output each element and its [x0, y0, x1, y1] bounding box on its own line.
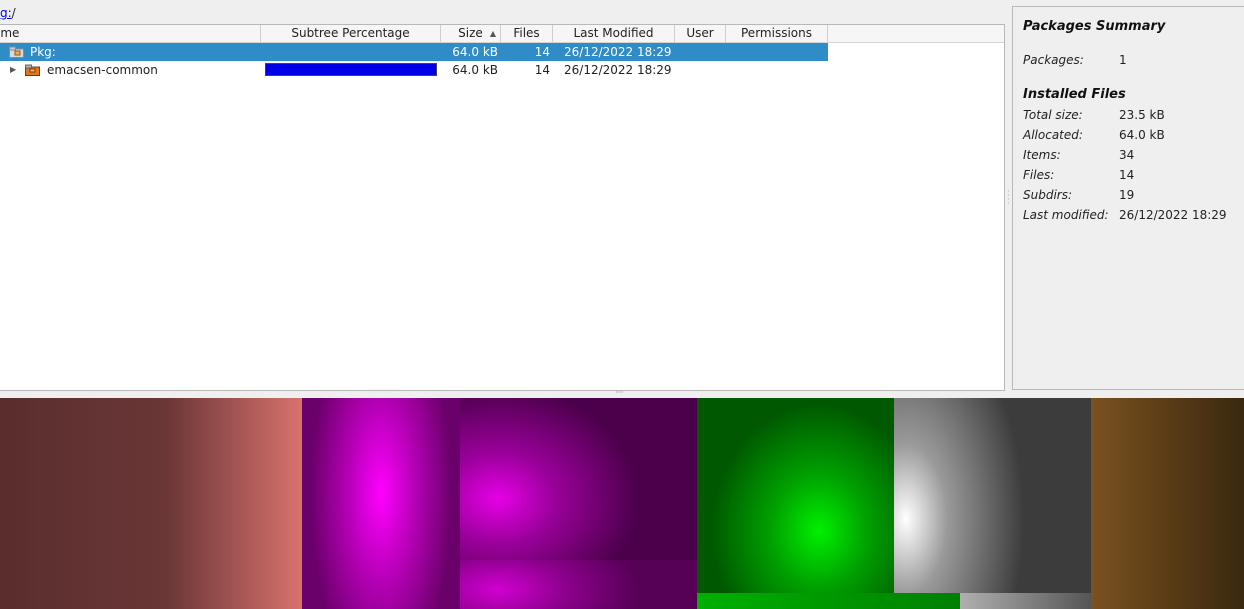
column-header-user-label: User: [686, 26, 714, 40]
column-header-permissions-label: Permissions: [741, 26, 812, 40]
row-size: 64.0 kB: [452, 63, 498, 77]
subdirs-label: Subdirs:: [1023, 188, 1073, 202]
allocated-value: 64.0 kB: [1119, 128, 1165, 142]
packages-summary-panel: Packages Summary Packages: 1 Installed F…: [1012, 6, 1244, 390]
column-header-files[interactable]: Files: [501, 25, 553, 42]
row-last-modified: 26/12/2022 18:29: [564, 45, 672, 59]
column-header-subtree-percentage[interactable]: Subtree Percentage: [261, 25, 441, 42]
expand-arrow-icon[interactable]: ▶: [10, 61, 16, 79]
column-header-row: ame Subtree Percentage Size ▲ Files Last …: [0, 25, 1004, 43]
column-header-last-modified[interactable]: Last Modified: [553, 25, 675, 42]
column-header-subtree-percentage-label: Subtree Percentage: [291, 26, 410, 40]
treemap-tile[interactable]: [697, 398, 894, 593]
package-tree-view[interactable]: ame Subtree Percentage Size ▲ Files Last …: [0, 24, 1005, 391]
breadcrumb-link[interactable]: g:: [0, 6, 12, 20]
row-files: 14: [534, 45, 550, 59]
installed-files-title: Installed Files: [1023, 87, 1126, 102]
files-label: Files:: [1023, 168, 1055, 182]
packages-summary-title: Packages Summary: [1023, 19, 1166, 34]
treemap-tile[interactable]: [697, 593, 960, 609]
total-size-value: 23.5 kB: [1119, 108, 1165, 122]
column-header-name-label: ame: [0, 26, 20, 40]
subtree-percentage-bar: [265, 63, 437, 76]
total-size-label: Total size:: [1023, 108, 1083, 122]
column-header-name[interactable]: ame: [0, 25, 261, 42]
treemap-tile[interactable]: [0, 398, 302, 609]
treemap-view[interactable]: [0, 398, 1244, 609]
column-header-last-modified-label: Last Modified: [573, 26, 654, 40]
package-box-icon: [25, 64, 40, 76]
row-last-modified: 26/12/2022 18:29: [564, 63, 672, 77]
treemap-tile[interactable]: [460, 398, 697, 560]
tree-row-pkg[interactable]: Pkg: 64.0 kB 14 26/12/2022 18:29: [0, 43, 828, 61]
row-name: emacsen-common: [47, 63, 158, 77]
tree-row-emacsen-common[interactable]: ▶ emacsen-common 64.0 kB 14 26/12/2022 1…: [0, 61, 828, 79]
column-header-size-label: Size: [458, 26, 483, 40]
treemap-tile[interactable]: [960, 593, 1091, 609]
allocated-label: Allocated:: [1023, 128, 1083, 142]
treemap-tile[interactable]: [894, 398, 1091, 593]
breadcrumb: g:/: [0, 4, 16, 22]
last-modified-value: 26/12/2022 18:29: [1119, 208, 1227, 222]
row-files: 14: [534, 63, 550, 77]
row-name: Pkg:: [30, 45, 56, 59]
files-value: 14: [1119, 168, 1135, 182]
column-header-files-label: Files: [513, 26, 540, 40]
treemap-tile[interactable]: [460, 560, 697, 609]
items-value: 34: [1119, 148, 1135, 162]
last-modified-label: Last modified:: [1023, 208, 1109, 222]
subdirs-value: 19: [1119, 188, 1135, 202]
column-header-permissions[interactable]: Permissions: [726, 25, 828, 42]
column-header-user[interactable]: User: [675, 25, 726, 42]
treemap-tile[interactable]: [1091, 398, 1244, 609]
horizontal-splitter-handle[interactable]: ·····: [608, 389, 630, 397]
packages-count-value: 1: [1119, 53, 1127, 67]
sort-ascending-icon: ▲: [489, 29, 496, 38]
breadcrumb-separator: /: [11, 6, 16, 20]
column-header-size[interactable]: Size ▲: [441, 25, 501, 42]
packages-count-label: Packages:: [1023, 53, 1084, 67]
package-folder-icon: [9, 46, 24, 58]
row-size: 64.0 kB: [452, 45, 498, 59]
treemap-tile[interactable]: [302, 398, 460, 609]
vertical-splitter-handle[interactable]: · · · ·: [1007, 188, 1010, 210]
subtree-percentage-bar-fill: [266, 64, 436, 75]
items-label: Items:: [1023, 148, 1061, 162]
